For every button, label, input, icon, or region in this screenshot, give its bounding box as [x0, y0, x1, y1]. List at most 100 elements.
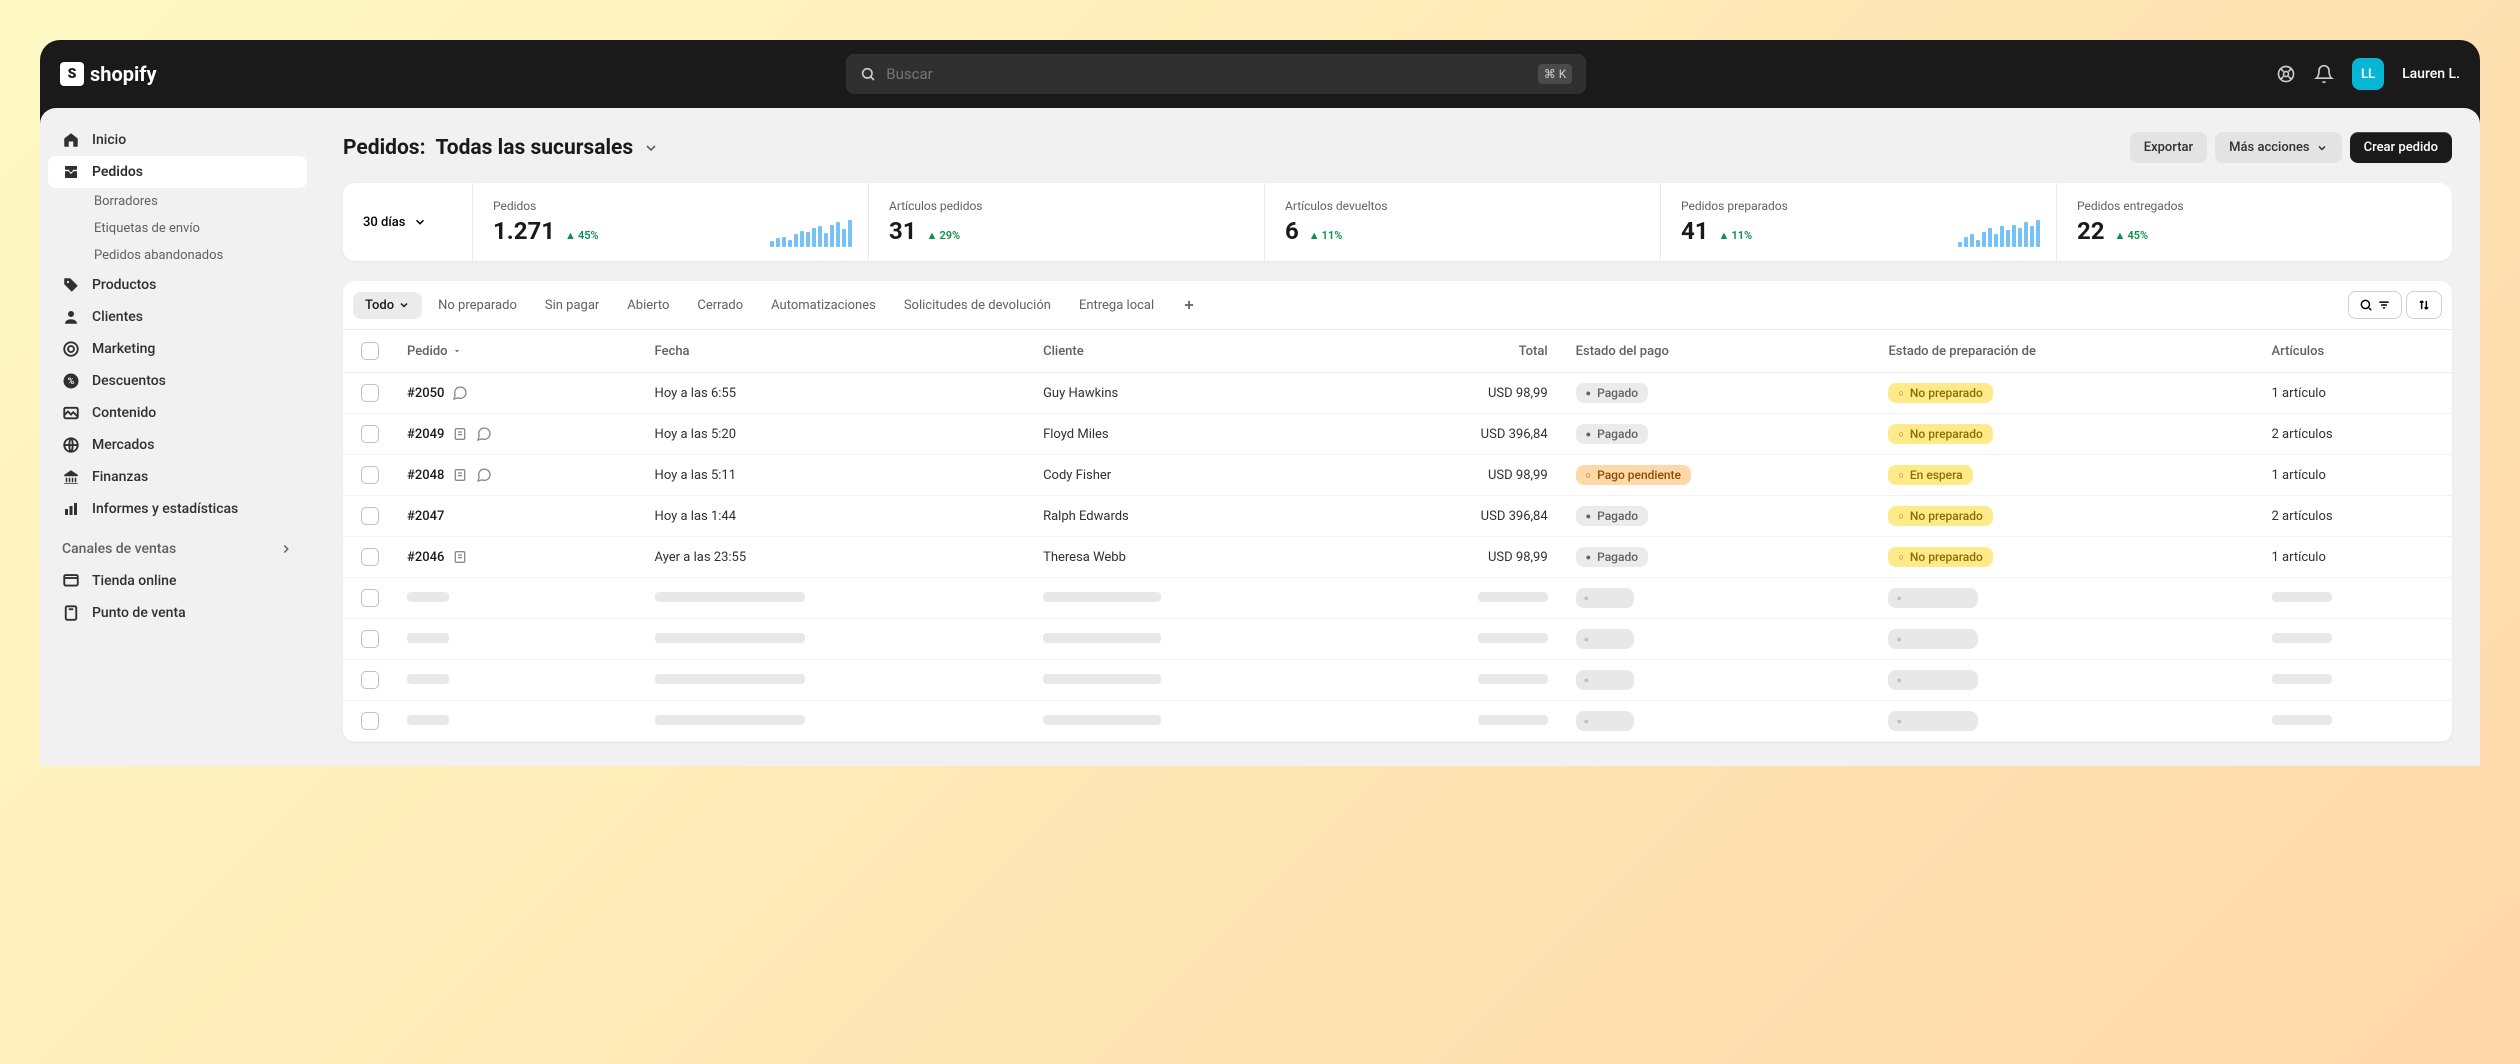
nav-customers[interactable]: Clientes [48, 301, 307, 333]
nav-sub-drafts[interactable]: Borradores [48, 188, 307, 215]
chevron-down-icon [643, 140, 659, 156]
table-row[interactable]: #2050 Hoy a las 6:55 Guy Hawkins USD 98,… [343, 373, 2452, 414]
order-id[interactable]: #2049 [407, 426, 627, 442]
skeleton [1478, 674, 1548, 684]
nav-sub-shipping-labels[interactable]: Etiquetas de envío [48, 215, 307, 242]
chevron-right-icon [279, 542, 293, 556]
brand-logo[interactable]: shopify [60, 62, 157, 86]
nav-section-channels[interactable]: Canales de ventas [48, 525, 307, 565]
tab-all[interactable]: Todo [353, 292, 422, 319]
nav-channel-online[interactable]: Tienda online [48, 565, 307, 597]
badge-on-hold: En espera [1888, 465, 1972, 485]
order-id[interactable]: #2048 [407, 467, 627, 483]
row-checkbox[interactable] [361, 384, 379, 402]
filter-icon [2377, 298, 2391, 312]
row-checkbox[interactable] [361, 507, 379, 525]
nav-home[interactable]: Inicio [48, 124, 307, 156]
order-id[interactable]: #2050 [407, 385, 627, 401]
chevron-down-icon [2316, 142, 2328, 154]
table-row[interactable]: #2048 Hoy a las 5:11 Cody Fisher USD 98,… [343, 455, 2452, 496]
table-row[interactable]: #2046 Ayer a las 23:55 Theresa Webb USD … [343, 537, 2452, 578]
user-name[interactable]: Lauren L. [2402, 66, 2460, 82]
tab-closed[interactable]: Cerrado [685, 292, 755, 319]
search-input[interactable] [886, 65, 1527, 83]
order-total: USD 98,99 [1348, 537, 1562, 578]
page-title-location: Todas las sucursales [436, 136, 634, 160]
col-customer[interactable]: Cliente [1029, 330, 1348, 373]
stat-label: Pedidos entregados [2077, 199, 2432, 213]
skeleton-badge [1888, 629, 1978, 649]
nav-discounts[interactable]: % Descuentos [48, 365, 307, 397]
tab-open[interactable]: Abierto [615, 292, 681, 319]
tag-icon [62, 276, 80, 294]
col-fulfillment[interactable]: Estado de preparación de [1874, 330, 2257, 373]
nav-analytics[interactable]: Informes y estadísticas [48, 493, 307, 525]
col-order[interactable]: Pedido [393, 330, 641, 373]
skeleton-badge [1888, 711, 1978, 731]
create-order-button[interactable]: Crear pedido [2350, 132, 2452, 163]
export-button[interactable]: Exportar [2130, 132, 2207, 163]
sort-button[interactable] [2406, 291, 2442, 319]
row-checkbox[interactable] [361, 466, 379, 484]
order-fulfillment: No preparado [1874, 373, 2257, 414]
nav-finances[interactable]: Finanzas [48, 461, 307, 493]
order-date: Hoy a las 5:11 [641, 455, 1030, 496]
note-icon [452, 467, 468, 483]
order-id[interactable]: #2047 [407, 509, 627, 524]
order-payment: Pagado [1562, 414, 1875, 455]
nav-marketing[interactable]: Marketing [48, 333, 307, 365]
badge-unfulfilled: No preparado [1888, 547, 1992, 567]
nav-content[interactable]: Contenido [48, 397, 307, 429]
row-checkbox[interactable] [361, 712, 379, 730]
table-row[interactable]: #2047 Hoy a las 1:44 Ralph Edwards USD 3… [343, 496, 2452, 537]
search-box[interactable]: ⌘ K [846, 54, 1586, 94]
order-id[interactable]: #2046 [407, 549, 627, 565]
nav-channel-pos[interactable]: Punto de venta [48, 597, 307, 629]
avatar[interactable]: LL [2352, 58, 2384, 90]
bell-icon[interactable] [2314, 64, 2334, 84]
orders-table: Pedido Fecha Cliente Total Estado del pa… [343, 330, 2452, 742]
search-icon [860, 66, 876, 82]
nav-label: Inicio [92, 132, 126, 148]
page-title-wrap[interactable]: Pedidos: Todas las sucursales [343, 136, 659, 160]
col-total[interactable]: Total [1348, 330, 1562, 373]
nav-label: Informes y estadísticas [92, 501, 238, 517]
nav-sub-abandoned[interactable]: Pedidos abandonados [48, 242, 307, 269]
stat-fulfilled[interactable]: Pedidos preparados 41 ▲ 11% [1661, 183, 2057, 261]
stat-orders[interactable]: Pedidos 1.271 ▲ 45% [473, 183, 869, 261]
tab-unpaid[interactable]: Sin pagar [533, 292, 611, 319]
stat-delivered[interactable]: Pedidos entregados 22 ▲ 45% [2057, 183, 2452, 261]
order-customer: Ralph Edwards [1029, 496, 1348, 537]
nav-products[interactable]: Productos [48, 269, 307, 301]
col-date[interactable]: Fecha [641, 330, 1030, 373]
tab-label: Todo [365, 298, 394, 313]
stat-items-ordered[interactable]: Artículos pedidos 31 ▲ 29% [869, 183, 1265, 261]
select-all-checkbox[interactable] [361, 342, 379, 360]
badge-paid: Pagado [1576, 547, 1648, 567]
row-checkbox[interactable] [361, 671, 379, 689]
row-checkbox[interactable] [361, 589, 379, 607]
period-selector[interactable]: 30 días [343, 183, 473, 261]
row-checkbox[interactable] [361, 630, 379, 648]
sort-down-icon [452, 346, 462, 356]
order-payment: Pagado [1562, 496, 1875, 537]
row-checkbox[interactable] [361, 548, 379, 566]
nav-markets[interactable]: Mercados [48, 429, 307, 461]
stat-items-returned[interactable]: Artículos devueltos 6 ▲ 11% [1265, 183, 1661, 261]
nav-label: Pedidos [92, 164, 143, 180]
badge-unfulfilled: No preparado [1888, 506, 1992, 526]
tab-automations[interactable]: Automatizaciones [759, 292, 888, 319]
topbar: shopify ⌘ K LL Lauren L. [40, 40, 2480, 108]
table-row[interactable]: #2049 Hoy a las 5:20 Floyd Miles USD 396… [343, 414, 2452, 455]
nav-orders[interactable]: Pedidos [48, 156, 307, 188]
support-icon[interactable] [2276, 64, 2296, 84]
tab-returns[interactable]: Solicitudes de devolución [892, 292, 1063, 319]
col-items[interactable]: Artículos [2258, 330, 2452, 373]
search-filter-button[interactable] [2348, 291, 2402, 319]
add-view-button[interactable] [1170, 292, 1208, 318]
more-actions-button[interactable]: Más acciones [2215, 132, 2341, 163]
tab-unfulfilled[interactable]: No preparado [426, 292, 529, 319]
col-payment[interactable]: Estado del pago [1562, 330, 1875, 373]
row-checkbox[interactable] [361, 425, 379, 443]
tab-local-delivery[interactable]: Entrega local [1067, 292, 1166, 319]
